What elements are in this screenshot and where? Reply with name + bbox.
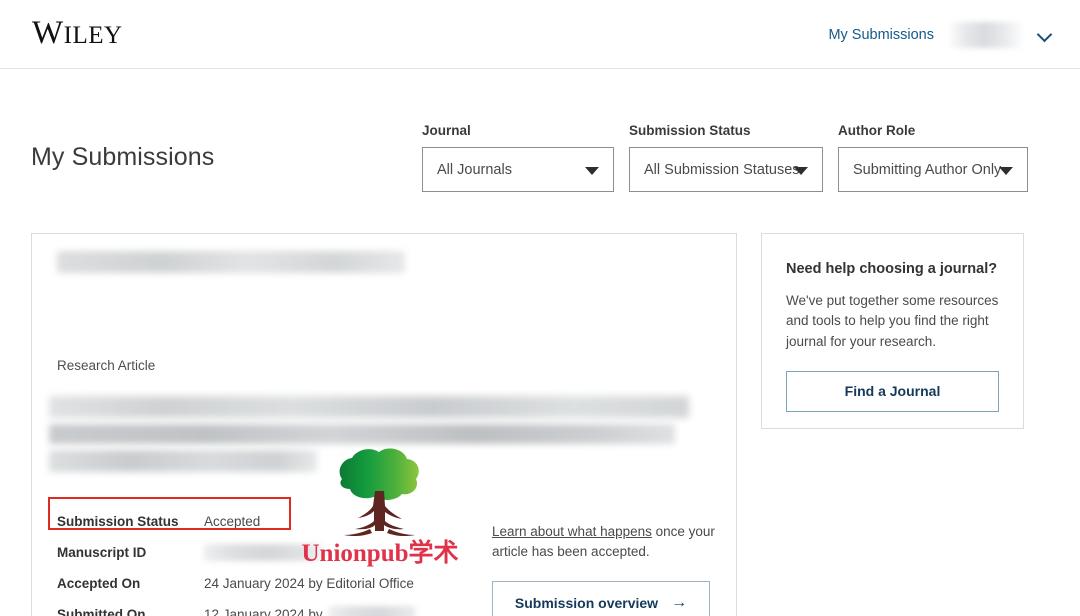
page-title: My Submissions — [31, 143, 215, 171]
find-a-journal-button[interactable]: Find a Journal — [786, 370, 999, 412]
filter-submission-status-label: Submission Status — [629, 123, 751, 138]
table-row: Submitted On 12 January 2024 by — [57, 599, 477, 616]
submission-actions: Learn about what happens once your artic… — [492, 522, 716, 616]
user-name-redacted — [950, 21, 1022, 48]
header-right-group: My Submissions — [828, 0, 1052, 69]
table-row: Submission Status Accepted — [48, 497, 477, 537]
status-badge: Accepted — [204, 514, 261, 529]
submitted-on-label: Submitted On — [57, 607, 146, 616]
site-header: WILEY My Submissions — [0, 0, 1080, 69]
filter-author-role-select[interactable]: Submitting Author Only — [838, 147, 1028, 192]
chevron-down-icon — [794, 166, 808, 175]
article-title-redacted-line-1 — [49, 396, 689, 418]
help-panel-body: We've put together some resources and to… — [786, 293, 999, 349]
acceptance-note: Learn about what happens once your artic… — [492, 522, 716, 561]
table-row: Manuscript ID — [57, 537, 477, 568]
manuscript-id-redacted — [204, 544, 322, 561]
help-panel: Need help choosing a journal? We've put … — [761, 233, 1024, 429]
article-type-label: Research Article — [57, 358, 156, 373]
journal-name-redacted — [57, 251, 405, 273]
filter-author-role-value: Submitting Author Only — [853, 161, 1002, 178]
filter-author-role: Author Role Submitting Author Only — [838, 123, 1028, 192]
manuscript-id-value — [204, 544, 322, 561]
filter-bar: Journal All Journals Submission Status A… — [422, 123, 1028, 192]
table-row: Accepted On 24 January 2024 by Editorial… — [57, 568, 477, 599]
arrow-right-icon: → — [671, 593, 688, 611]
article-title-redacted-line-2 — [49, 424, 675, 444]
help-panel-title: Need help choosing a journal? — [786, 261, 998, 277]
wiley-logo-capital: W — [32, 15, 64, 51]
accepted-on-value: 24 January 2024 by Editorial Office — [204, 576, 414, 591]
filter-journal-select[interactable]: All Journals — [422, 147, 614, 192]
chevron-down-icon — [999, 166, 1013, 175]
chevron-down-icon[interactable] — [1038, 28, 1052, 42]
filter-submission-status: Submission Status All Submission Statuse… — [629, 123, 823, 192]
accepted-on-label: Accepted On — [57, 576, 141, 591]
submission-overview-label: Submission overview — [514, 594, 659, 611]
article-title-redacted-line-3 — [49, 450, 317, 472]
wiley-logo[interactable]: WILEY — [32, 15, 123, 52]
submitted-on-text: 12 January 2024 by — [204, 607, 323, 616]
filter-journal-value: All Journals — [437, 161, 512, 178]
submitter-name-redacted — [328, 606, 415, 616]
filter-author-role-label: Author Role — [838, 123, 916, 138]
filter-journal-label: Journal — [422, 123, 471, 138]
nav-link-my-submissions[interactable]: My Submissions — [828, 27, 934, 43]
filter-submission-status-select[interactable]: All Submission Statuses — [629, 147, 823, 192]
submission-metadata: Submission Status Accepted Manuscript ID… — [48, 497, 477, 616]
submitted-on-value: 12 January 2024 by — [204, 606, 415, 616]
filter-journal: Journal All Journals — [422, 123, 614, 192]
learn-about-what-happens-link[interactable]: Learn about what happens — [492, 524, 652, 539]
submission-status-label: Submission Status — [57, 514, 179, 529]
filter-submission-status-value: All Submission Statuses — [644, 161, 800, 178]
wiley-logo-rest: ILEY — [63, 22, 123, 49]
chevron-down-icon — [585, 166, 599, 175]
submission-overview-button[interactable]: Submission overview → — [492, 581, 710, 616]
submission-card[interactable]: Research Article Submission Status Accep… — [31, 233, 737, 616]
manuscript-id-label: Manuscript ID — [57, 545, 147, 560]
